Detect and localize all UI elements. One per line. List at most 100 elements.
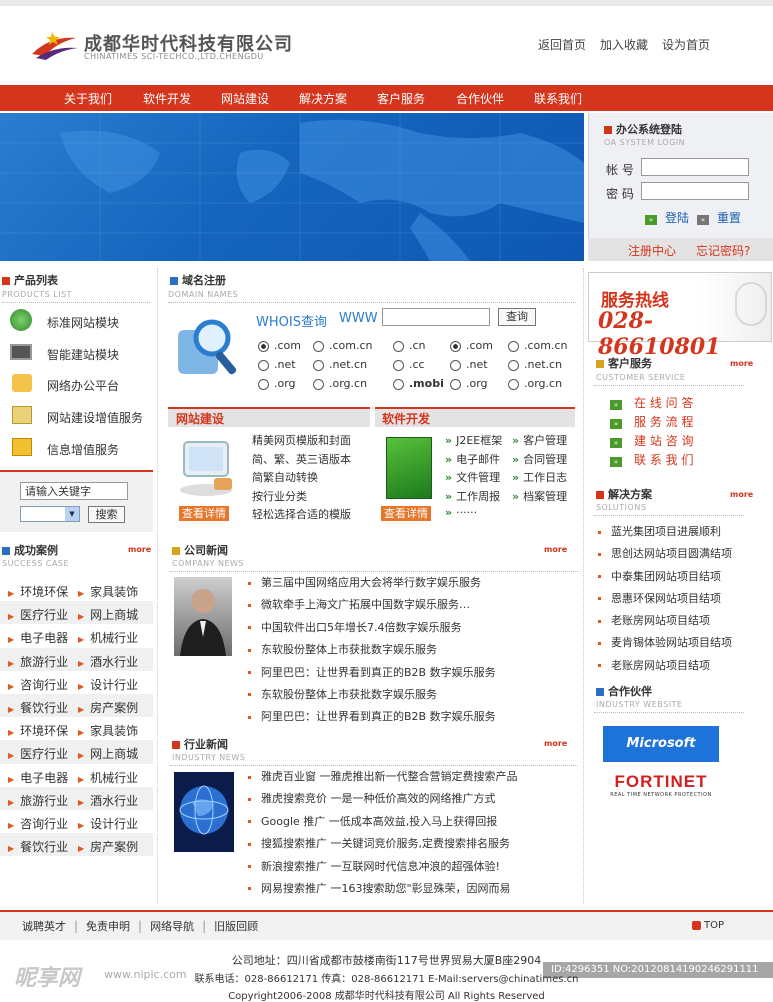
nav-software[interactable]: 软件开发 bbox=[143, 90, 191, 107]
software-item[interactable]: » 电子邮件 bbox=[445, 451, 500, 467]
login-button[interactable]: » 登陆 bbox=[645, 209, 689, 226]
case-link[interactable]: ▶ 餐饮行业 bbox=[8, 699, 68, 716]
domain-ext-option[interactable]: .net bbox=[450, 358, 488, 371]
case-link[interactable]: ▶ 旅游行业 bbox=[8, 653, 68, 670]
case-link[interactable]: ▶ 设计行业 bbox=[78, 676, 138, 693]
case-link[interactable]: ▶ 家具装饰 bbox=[78, 583, 138, 600]
software-item[interactable]: » ······ bbox=[445, 506, 477, 519]
software-item[interactable]: » J2EE框架 bbox=[445, 432, 502, 448]
nav-contact[interactable]: 联系我们 bbox=[534, 90, 582, 107]
software-item[interactable]: » 档案管理 bbox=[512, 488, 567, 504]
software-detail-button[interactable]: 查看详情 bbox=[381, 506, 431, 521]
case-link[interactable]: ▶ 电子电器 bbox=[8, 769, 68, 786]
footer-link[interactable]: 免责申明 bbox=[86, 920, 130, 933]
footer-link[interactable]: 网络导航 bbox=[150, 920, 194, 933]
case-link[interactable]: ▶ 酒水行业 bbox=[78, 791, 139, 809]
solution-item[interactable]: 恩惠环保网站项目结项 bbox=[598, 585, 773, 607]
domain-ext-option[interactable]: .net.cn bbox=[313, 358, 367, 371]
case-link[interactable]: ▶ 网上商城 bbox=[78, 745, 139, 763]
case-link[interactable]: ▶ 电子电器 bbox=[8, 629, 68, 646]
news-item[interactable]: 中国软件出口5年增长7.4倍数字娱乐服务 bbox=[248, 619, 578, 641]
news-item[interactable]: 雅虎百业窗 一雅虎推出新一代整合营销定费搜索产品 bbox=[248, 768, 578, 790]
case-link[interactable]: ▶ 机械行业 bbox=[78, 629, 138, 646]
nav-website[interactable]: 网站建设 bbox=[221, 90, 269, 107]
company-news-more-link[interactable]: more bbox=[544, 545, 567, 554]
case-link[interactable]: ▶ 旅游行业 bbox=[8, 792, 68, 809]
solution-item[interactable]: 老账房网站项目结项 bbox=[598, 607, 773, 629]
company-logo[interactable]: 成都华时代科技有限公司 CHINATIMES SCI-TECHCO.,LTD.C… bbox=[30, 28, 310, 68]
cases-more-link[interactable]: more bbox=[128, 545, 151, 554]
case-link[interactable]: ▶ 医疗行业 bbox=[8, 606, 68, 623]
news-item[interactable]: 搜狐搜索推广 一关键词竞价服务,定费搜索排名服务 bbox=[248, 835, 578, 857]
domain-ext-option[interactable]: .org.cn bbox=[313, 377, 367, 390]
software-item[interactable]: » 文件管理 bbox=[445, 469, 500, 485]
news-item[interactable]: 微软牵手上海文广拓展中国数字娱乐服务… bbox=[248, 596, 578, 618]
case-link[interactable]: ▶ 咨询行业 bbox=[8, 676, 68, 693]
solutions-more-link[interactable]: more bbox=[730, 490, 753, 499]
news-item[interactable]: 东软股份整体上市获批数字娱乐服务 bbox=[248, 641, 578, 663]
news-item[interactable]: Google 推广 一低成本高效益,投入马上获得回报 bbox=[248, 813, 578, 835]
web-build-detail-button[interactable]: 查看详情 bbox=[179, 506, 229, 521]
news-item[interactable]: 阿里巴巴：让世界看到真正的B2B 数字娱乐服务 bbox=[248, 708, 578, 730]
case-link[interactable]: ▶ 环境环保 bbox=[8, 583, 68, 600]
nav-about[interactable]: 关于我们 bbox=[64, 90, 112, 107]
category-select[interactable]: ▼ bbox=[20, 506, 80, 522]
case-link[interactable]: ▶ 酒水行业 bbox=[78, 652, 139, 670]
case-link[interactable]: ▶ 家具装饰 bbox=[78, 722, 138, 739]
case-link[interactable]: ▶ 环境环保 bbox=[8, 722, 68, 739]
nav-service[interactable]: 客户服务 bbox=[377, 90, 425, 107]
software-item[interactable]: » 工作日志 bbox=[512, 469, 567, 485]
product-item[interactable]: 信息增值服务 bbox=[10, 436, 150, 460]
solution-item[interactable]: 思创达网站项目圆满结项 bbox=[598, 540, 773, 562]
news-item[interactable]: 第三届中国网络应用大会将举行数字娱乐服务 bbox=[248, 574, 578, 596]
set-homepage-link[interactable]: 设为首页 bbox=[662, 36, 710, 53]
domain-ext-option[interactable]: .cc bbox=[393, 358, 425, 371]
domain-ext-option[interactable]: .com bbox=[258, 339, 301, 352]
product-item[interactable]: 网站建设增值服务 bbox=[10, 404, 150, 428]
case-link[interactable]: ▶ 网上商城 bbox=[78, 606, 139, 624]
domain-ext-option[interactable]: .net bbox=[258, 358, 296, 371]
software-item[interactable]: » 工作周报 bbox=[445, 488, 500, 504]
case-link[interactable]: ▶ 咨询行业 bbox=[8, 815, 68, 832]
news-item[interactable]: 雅虎搜索竞价 一是一种低价高效的网络推广方式 bbox=[248, 790, 578, 812]
forgot-password-link[interactable]: 忘记密码? bbox=[696, 242, 750, 259]
domain-ext-option[interactable]: .net.cn bbox=[508, 358, 562, 371]
case-link[interactable]: ▶ 房产案例 bbox=[78, 838, 139, 856]
domain-ext-option[interactable]: .org.cn bbox=[508, 377, 562, 390]
industry-news-more-link[interactable]: more bbox=[544, 739, 567, 748]
news-item[interactable]: 阿里巴巴：让世界看到真正的B2B 数字娱乐服务 bbox=[248, 664, 578, 686]
customer-service-item[interactable]: » 在 线 问 答 bbox=[610, 394, 760, 413]
product-item[interactable]: 网络办公平台 bbox=[10, 372, 150, 396]
favorite-link[interactable]: 加入收藏 bbox=[600, 36, 648, 53]
news-item[interactable]: 网易搜索推广 一163搜索助您"彰显殊荣，因网而易 bbox=[248, 880, 578, 902]
software-item[interactable]: » 客户管理 bbox=[512, 432, 567, 448]
nav-solutions[interactable]: 解决方案 bbox=[299, 90, 347, 107]
case-link[interactable]: ▶ 机械行业 bbox=[78, 769, 138, 786]
product-item[interactable]: 标准网站模块 bbox=[10, 309, 150, 333]
domain-ext-option[interactable]: .mobi bbox=[393, 377, 444, 390]
back-to-top[interactable]: TOP bbox=[692, 920, 724, 931]
fortinet-logo[interactable]: FORTINET REAL TIME NETWORK PROTECTION bbox=[603, 772, 719, 806]
case-link[interactable]: ▶ 房产案例 bbox=[78, 698, 139, 716]
microsoft-logo[interactable]: Microsoft bbox=[603, 726, 719, 762]
solution-item[interactable]: 中泰集团网站项目结项 bbox=[598, 563, 773, 585]
news-item[interactable]: 新浪搜索推广 一互联网时代信息冲浪的超强体验! bbox=[248, 858, 578, 880]
account-input[interactable] bbox=[641, 158, 749, 176]
password-input[interactable] bbox=[641, 182, 749, 200]
domain-ext-option[interactable]: .com.cn bbox=[508, 339, 568, 352]
customer-service-item[interactable]: » 联 系 我 们 bbox=[610, 451, 760, 470]
nav-partners[interactable]: 合作伙伴 bbox=[456, 90, 504, 107]
customer-service-item[interactable]: » 服 务 流 程 bbox=[610, 413, 760, 432]
query-button[interactable]: 查询 bbox=[498, 308, 536, 326]
software-item[interactable]: » 合同管理 bbox=[512, 451, 567, 467]
domain-ext-option[interactable]: .org bbox=[258, 377, 296, 390]
domain-ext-option[interactable]: .com.cn bbox=[313, 339, 373, 352]
solution-item[interactable]: 蓝光集团项目进展顺利 bbox=[598, 518, 773, 540]
case-link[interactable]: ▶ 餐饮行业 bbox=[8, 838, 68, 855]
news-item[interactable]: 东软股份整体上市获批数字娱乐服务 bbox=[248, 686, 578, 708]
customer-service-item[interactable]: » 建 站 咨 询 bbox=[610, 432, 760, 451]
case-link[interactable]: ▶ 医疗行业 bbox=[8, 745, 68, 762]
product-item[interactable]: 智能建站模块 bbox=[10, 341, 150, 365]
domain-ext-option[interactable]: .cn bbox=[393, 339, 426, 352]
home-link[interactable]: 返回首页 bbox=[538, 36, 586, 53]
